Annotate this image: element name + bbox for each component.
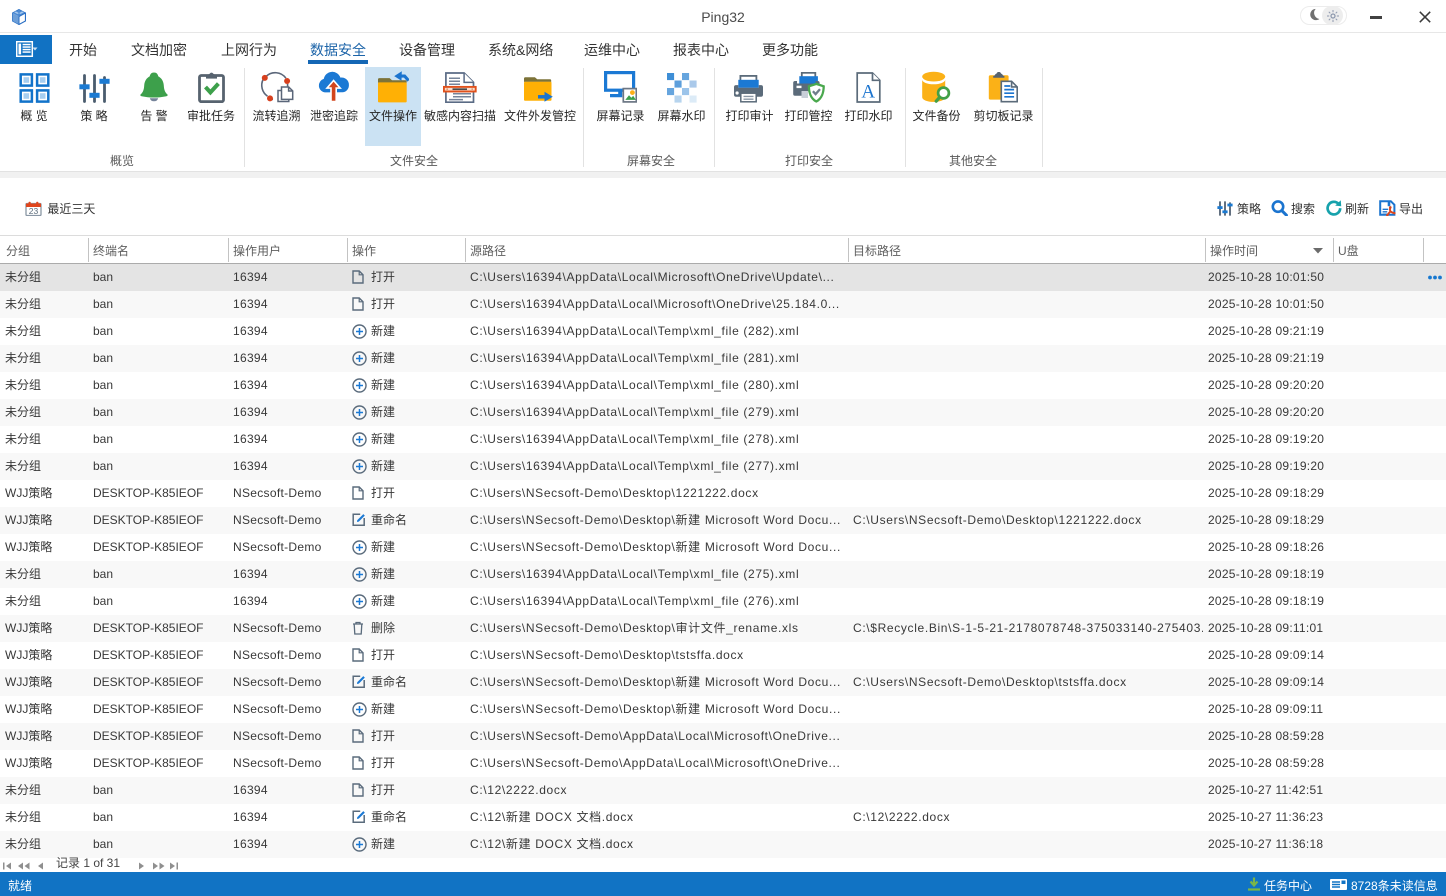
svg-text:23: 23: [29, 206, 39, 216]
svg-text:A: A: [861, 82, 875, 103]
